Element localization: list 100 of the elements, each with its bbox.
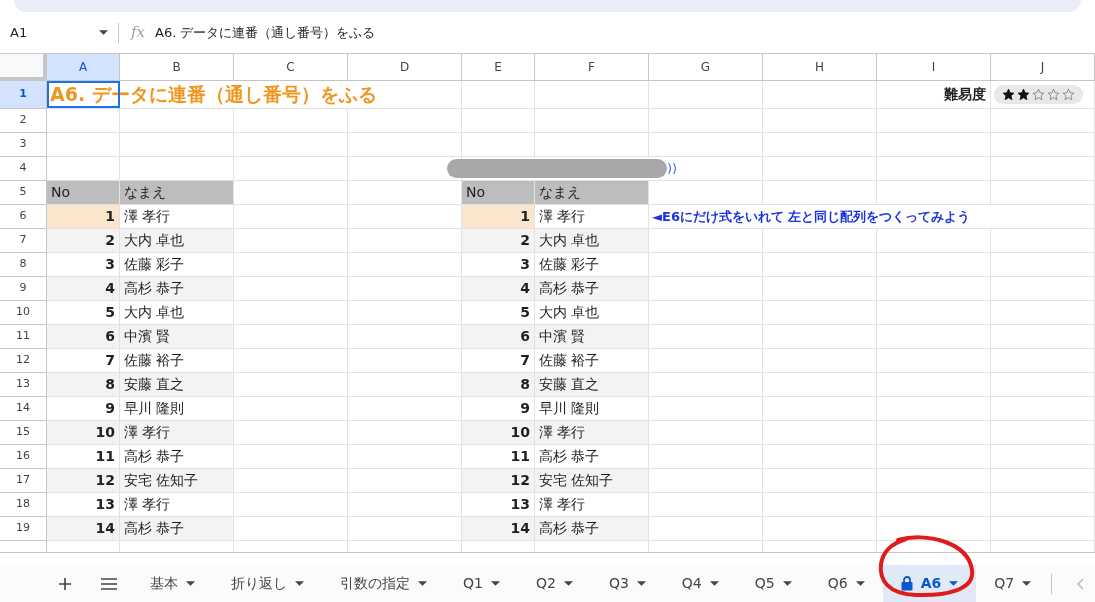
star-icon — [1002, 88, 1015, 101]
name-cell: 澤 孝行 — [535, 493, 649, 517]
row-header[interactable]: 10 — [0, 301, 47, 325]
row-header[interactable]: 2 — [0, 109, 47, 133]
plus-icon — [58, 576, 72, 591]
caret-icon — [709, 581, 719, 586]
name-cell: 安藤 直之 — [120, 373, 234, 397]
name-cell: 佐藤 彩子 — [120, 253, 234, 277]
column-header[interactable]: J — [991, 54, 1095, 81]
number-cell: 7 — [462, 349, 535, 373]
number-cell: 10 — [462, 421, 535, 445]
row-header[interactable]: 8 — [0, 253, 47, 277]
star-icon — [1017, 88, 1030, 101]
caret-icon — [99, 30, 108, 35]
number-cell: 4 — [47, 277, 120, 301]
sheet-tab[interactable]: Q3 — [590, 565, 664, 602]
row-header[interactable]: 9 — [0, 277, 47, 301]
sheet-tab[interactable]: Q4 — [663, 565, 737, 602]
name-cell: 澤 孝行 — [120, 493, 234, 517]
number-cell: 4 — [462, 277, 535, 301]
caret-icon — [563, 581, 573, 586]
sheet-tab[interactable]: Q1 — [445, 565, 518, 602]
name-cell: 佐藤 彩子 — [535, 253, 649, 277]
row-header[interactable]: 12 — [0, 349, 47, 373]
number-cell: 7 — [47, 349, 120, 373]
number-cell: 6 — [47, 325, 120, 349]
name-cell: 澤 孝行 — [120, 421, 234, 445]
caret-icon — [1022, 581, 1032, 586]
number-cell: 12 — [462, 469, 535, 493]
number-cell: 9 — [462, 397, 535, 421]
row-header[interactable]: 4 — [0, 157, 47, 181]
number-cell: 13 — [47, 493, 120, 517]
number-cell: 12 — [47, 469, 120, 493]
sheet-tab[interactable]: Q6 — [809, 565, 883, 602]
number-cell: 5 — [47, 301, 120, 325]
row-header[interactable]: 3 — [0, 133, 47, 157]
sheet-tab[interactable]: Q2 — [517, 565, 591, 602]
row-header[interactable]: 18 — [0, 493, 47, 517]
menu-icon — [101, 577, 117, 590]
number-cell: 11 — [47, 445, 120, 469]
name-cell: 佐藤 裕子 — [120, 349, 234, 373]
name-cell: 中濱 賢 — [120, 325, 234, 349]
row-header[interactable]: 6 — [0, 205, 47, 229]
row-header[interactable]: 15 — [0, 421, 47, 445]
number-cell: 13 — [462, 493, 535, 517]
caret-icon — [295, 581, 304, 586]
number-cell: 10 — [47, 421, 120, 445]
caret-icon — [949, 581, 959, 586]
fx-icon: fx — [125, 21, 151, 44]
name-cell: 高杉 恭子 — [535, 277, 649, 301]
instruction-text: ◄E6にだけ式をいれて 左と同じ配列をつくってみよう — [649, 205, 1095, 229]
caret-icon — [186, 581, 195, 586]
lock-icon — [900, 576, 913, 591]
row-header[interactable]: 11 — [0, 325, 47, 349]
column-header[interactable]: G — [649, 54, 763, 81]
number-cell: 6 — [462, 325, 535, 349]
row-header[interactable]: 19 — [0, 517, 47, 541]
sheet-tab[interactable]: Q7 — [976, 565, 1050, 602]
sheet-tab[interactable]: 折り返し — [213, 565, 322, 602]
number-cell: 3 — [462, 253, 535, 277]
sheet-tab[interactable]: Q5 — [736, 565, 810, 602]
number-cell: 8 — [462, 373, 535, 397]
table-header-cell: なまえ — [120, 181, 234, 205]
caret-icon — [490, 581, 500, 586]
column-header[interactable]: I — [877, 54, 991, 81]
name-cell: 安宅 佐知子 — [535, 469, 649, 493]
row-header[interactable]: 1 — [0, 81, 47, 109]
name-cell: 澤 孝行 — [535, 205, 649, 229]
name-cell: 安宅 佐知子 — [120, 469, 234, 493]
star-icon — [1032, 88, 1045, 101]
star-icon — [1062, 88, 1075, 101]
row-header[interactable]: 13 — [0, 373, 47, 397]
column-header[interactable]: D — [348, 54, 462, 81]
column-header[interactable]: C — [234, 54, 348, 81]
sheet-tab[interactable]: 引数の指定 — [322, 565, 445, 602]
row-header[interactable]: 16 — [0, 445, 47, 469]
name-cell: 中濱 賢 — [535, 325, 649, 349]
row-header[interactable]: 14 — [0, 397, 47, 421]
column-header[interactable]: F — [535, 54, 649, 81]
row-header[interactable]: 7 — [0, 229, 47, 253]
formula-field[interactable]: A6. データに連番（通し番号）をふる — [151, 22, 376, 43]
corner-cell[interactable] — [0, 54, 47, 81]
number-cell: 2 — [462, 229, 535, 253]
column-header[interactable]: B — [120, 54, 234, 81]
name-cell: 澤 孝行 — [120, 205, 234, 229]
column-header[interactable]: H — [763, 54, 877, 81]
star-icon — [1047, 88, 1060, 101]
name-box[interactable]: A1 — [0, 19, 112, 46]
column-header[interactable]: A — [47, 54, 120, 81]
caret-icon — [418, 581, 427, 586]
row-header[interactable]: 5 — [0, 181, 47, 205]
row-header[interactable]: 17 — [0, 469, 47, 493]
number-cell: 8 — [47, 373, 120, 397]
column-header[interactable]: E — [462, 54, 535, 81]
name-cell: 佐藤 裕子 — [535, 349, 649, 373]
caret-icon — [855, 581, 865, 586]
name-cell: 大内 卓也 — [535, 229, 649, 253]
difficulty-label: 難易度 — [877, 81, 991, 109]
caret-icon — [636, 581, 646, 586]
sheet-tab[interactable]: 基本 — [132, 565, 213, 602]
